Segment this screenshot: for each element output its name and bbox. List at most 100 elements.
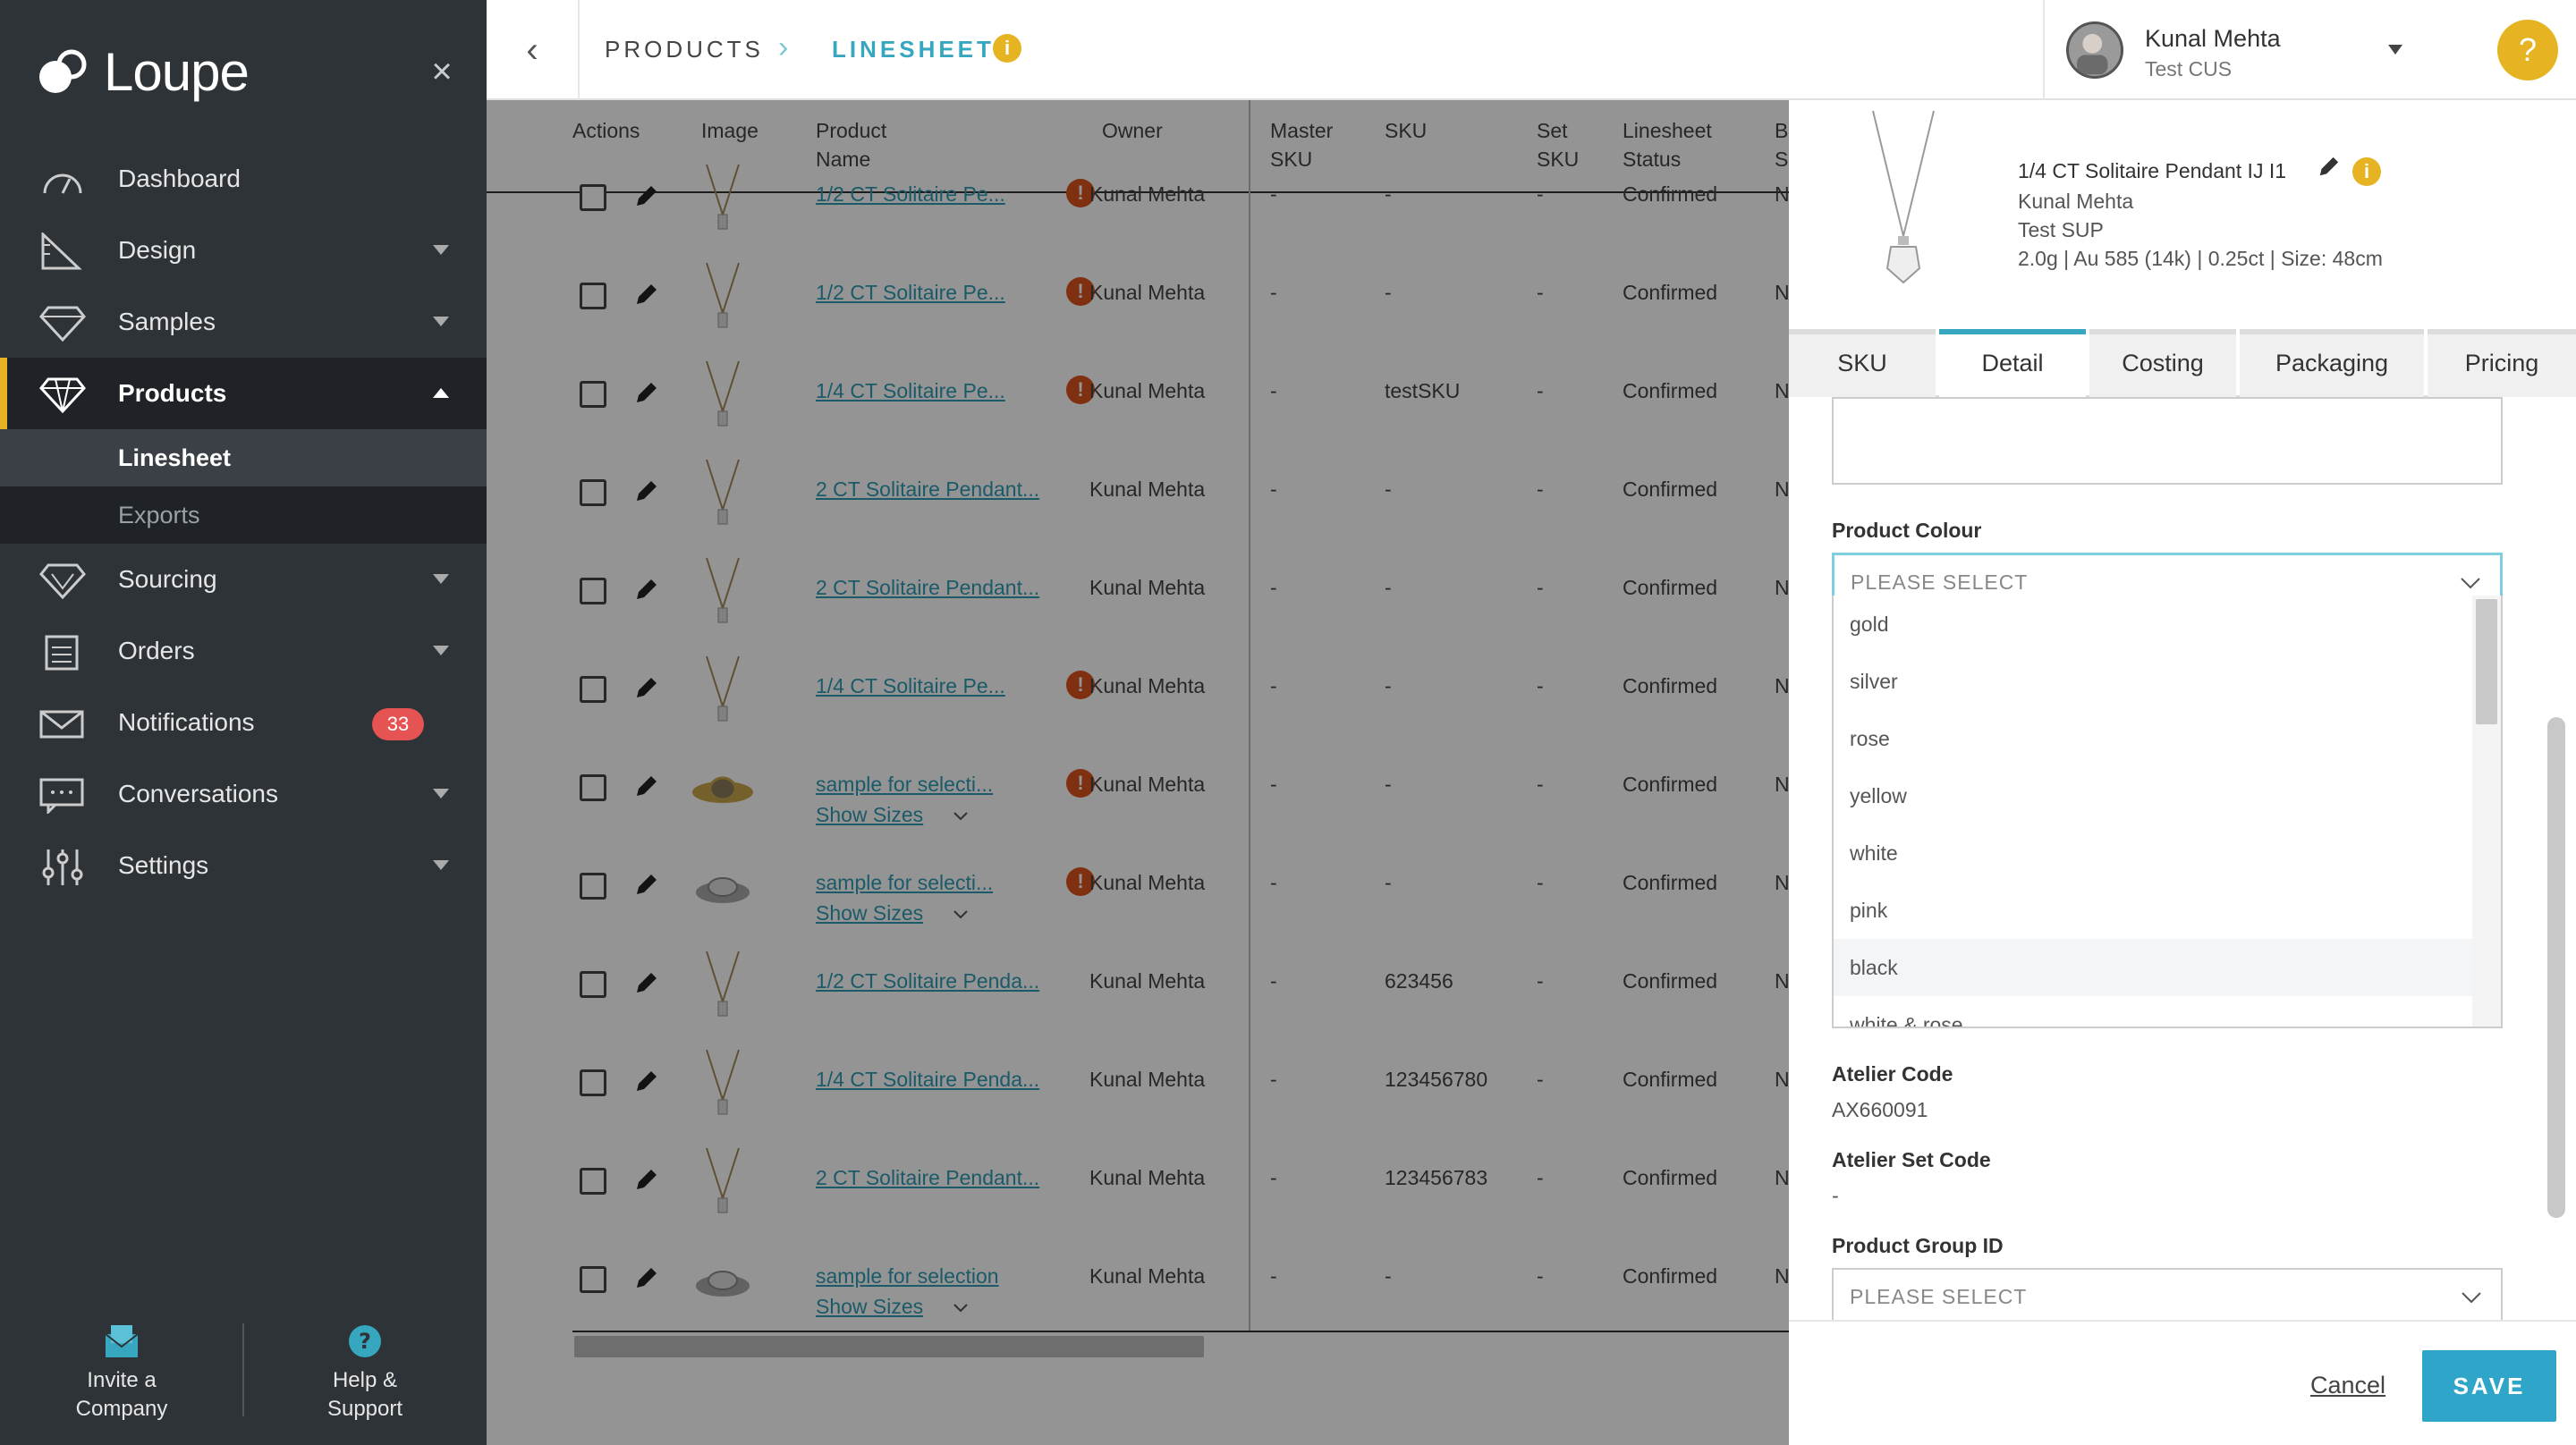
loupe-logo[interactable]: Loupe [36, 39, 250, 104]
tab-packaging[interactable]: Packaging [2240, 329, 2424, 397]
sliders-icon [42, 849, 83, 885]
panel-scrollbar-thumb[interactable] [2547, 717, 2565, 1218]
description-textarea[interactable] [1832, 397, 2503, 485]
help-support-button[interactable]: ? Help & Support [243, 1313, 487, 1429]
sidebar-item-samples[interactable]: Samples [0, 286, 487, 358]
colour-option-white-rose[interactable]: white & rose [1834, 996, 2474, 1027]
samples-icon [39, 306, 86, 342]
product-title: 1/4 CT Solitaire Pendant IJ I1 [2018, 159, 2287, 182]
help-label-line1: Help & [332, 1368, 398, 1392]
tab-detail[interactable]: Detail [1939, 329, 2086, 397]
sidebar-item-notifications[interactable]: Notifications 33 [0, 687, 487, 758]
colour-option-black[interactable]: black [1834, 939, 2474, 996]
sidebar-item-label: Products [118, 379, 227, 407]
product-supplier: Test SUP [2018, 218, 2104, 241]
detail-form: Product Colour PLEASE SELECT gold silver… [1789, 397, 2576, 1320]
invite-envelope-icon [105, 1325, 139, 1357]
envelope-icon [39, 710, 84, 739]
info-icon[interactable]: i [993, 34, 1021, 63]
sidebar-item-label: Samples [118, 308, 216, 335]
breadcrumb-linesheet: LINESHEET [832, 36, 995, 63]
panel-tabs: SKU Detail Costing Packaging Pricing [1789, 329, 2576, 397]
tab-pricing[interactable]: Pricing [2428, 329, 2576, 397]
atelier-set-code-value: - [1832, 1184, 1839, 1207]
dashboard-icon [43, 173, 82, 194]
breadcrumb-separator-icon: › [778, 30, 789, 64]
product-colour-placeholder: PLEASE SELECT [1851, 570, 2029, 594]
help-button[interactable]: ? [2497, 20, 2558, 80]
sidebar-subitem-exports[interactable]: Exports [0, 486, 487, 544]
product-group-select[interactable]: PLEASE SELECT [1832, 1268, 2503, 1320]
top-bar: ‹ PRODUCTS › LINESHEET i Kunal Mehta Tes… [487, 0, 2576, 100]
user-org: Test CUS [2145, 57, 2233, 80]
design-icon [41, 232, 82, 270]
modal-overlay[interactable] [487, 100, 1789, 1445]
colour-option-pink[interactable]: pink [1834, 882, 2474, 939]
dropdown-scrollbar-thumb[interactable] [2476, 599, 2497, 724]
chevron-down-icon [433, 245, 449, 255]
chat-icon [39, 778, 84, 814]
chevron-down-icon [2462, 1292, 2481, 1304]
sidebar-item-label: Notifications [118, 708, 255, 736]
sidebar: Loupe × Dashboard Design Samples Product… [0, 0, 487, 1445]
svg-text:?: ? [359, 1329, 371, 1354]
sidebar-footer: Invite a Company ? Help & Support [0, 1313, 487, 1429]
colour-option-gold[interactable]: gold [1834, 596, 2474, 653]
sidebar-item-label: Settings [118, 851, 209, 879]
sidebar-subitem-linesheet[interactable]: Linesheet [0, 429, 487, 486]
colour-option-rose[interactable]: rose [1834, 710, 2474, 767]
chevron-down-icon [433, 574, 449, 584]
product-info-icon[interactable]: i [2352, 157, 2381, 186]
sidebar-item-products[interactable]: Products [0, 358, 487, 429]
sidebar-item-dashboard[interactable]: Dashboard [0, 143, 487, 215]
sidebar-item-orders[interactable]: Orders [0, 615, 487, 687]
save-button[interactable]: SAVE [2422, 1350, 2556, 1422]
atelier-set-code-label: Atelier Set Code [1832, 1148, 1991, 1171]
sidebar-item-sourcing[interactable]: Sourcing [0, 544, 487, 615]
product-specs: 2.0g | Au 585 (14k) | 0.25ct | Size: 48c… [2018, 247, 2383, 270]
product-image [1872, 111, 1935, 284]
product-detail-panel: 1/4 CT Solitaire Pendant IJ I1 i Kunal M… [1789, 100, 2576, 1445]
back-button[interactable]: ‹ [487, 0, 580, 100]
panel-footer: Cancel SAVE [1789, 1320, 2576, 1445]
product-colour-label: Product Colour [1832, 519, 1982, 542]
loupe-logo-icon [39, 49, 87, 93]
atelier-code-value: AX660091 [1832, 1098, 1928, 1121]
close-sidebar-icon[interactable]: × [428, 54, 456, 89]
tab-sku[interactable]: SKU [1789, 329, 1936, 397]
notifications-badge: 33 [372, 708, 424, 740]
tab-costing[interactable]: Costing [2089, 329, 2236, 397]
breadcrumb-products[interactable]: PRODUCTS [605, 36, 764, 63]
sidebar-item-design[interactable]: Design [0, 215, 487, 286]
chevron-left-icon: ‹ [526, 30, 538, 70]
avatar-person-icon [2077, 33, 2108, 75]
chevron-down-icon [2461, 578, 2480, 589]
sidebar-item-conversations[interactable]: Conversations [0, 758, 487, 830]
invite-label-line1: Invite a [87, 1368, 157, 1392]
edit-pencil-icon[interactable] [2317, 156, 2340, 183]
help-circle-icon: ? [349, 1325, 381, 1357]
sidebar-item-label: Sourcing [118, 565, 217, 593]
diamond-icon [39, 377, 86, 413]
cancel-button[interactable]: Cancel [2310, 1372, 2385, 1399]
product-group-placeholder: PLEASE SELECT [1850, 1285, 2028, 1308]
colour-option-silver[interactable]: silver [1834, 653, 2474, 710]
atelier-code-label: Atelier Code [1832, 1062, 1953, 1086]
chevron-down-icon [433, 646, 449, 655]
sourcing-icon [39, 563, 86, 599]
product-colour-dropdown: gold silver rose yellow white pink black… [1832, 596, 2503, 1028]
sidebar-item-label: Design [118, 236, 197, 264]
chevron-down-icon [433, 789, 449, 799]
sidebar-item-label: Dashboard [118, 165, 241, 192]
sidebar-nav: Dashboard Design Samples Products Linesh… [0, 143, 487, 901]
help-label-line2: Support [326, 1397, 403, 1421]
sidebar-item-label: Conversations [118, 780, 278, 807]
invite-company-button[interactable]: Invite a Company [0, 1313, 243, 1429]
colour-option-white[interactable]: white [1834, 824, 2474, 882]
avatar [2066, 21, 2123, 79]
user-menu[interactable]: Kunal Mehta Test CUS [2043, 0, 2433, 100]
chevron-down-icon [433, 860, 449, 870]
colour-option-yellow[interactable]: yellow [1834, 767, 2474, 824]
sidebar-item-settings[interactable]: Settings [0, 830, 487, 901]
sidebar-item-label: Orders [118, 637, 195, 664]
